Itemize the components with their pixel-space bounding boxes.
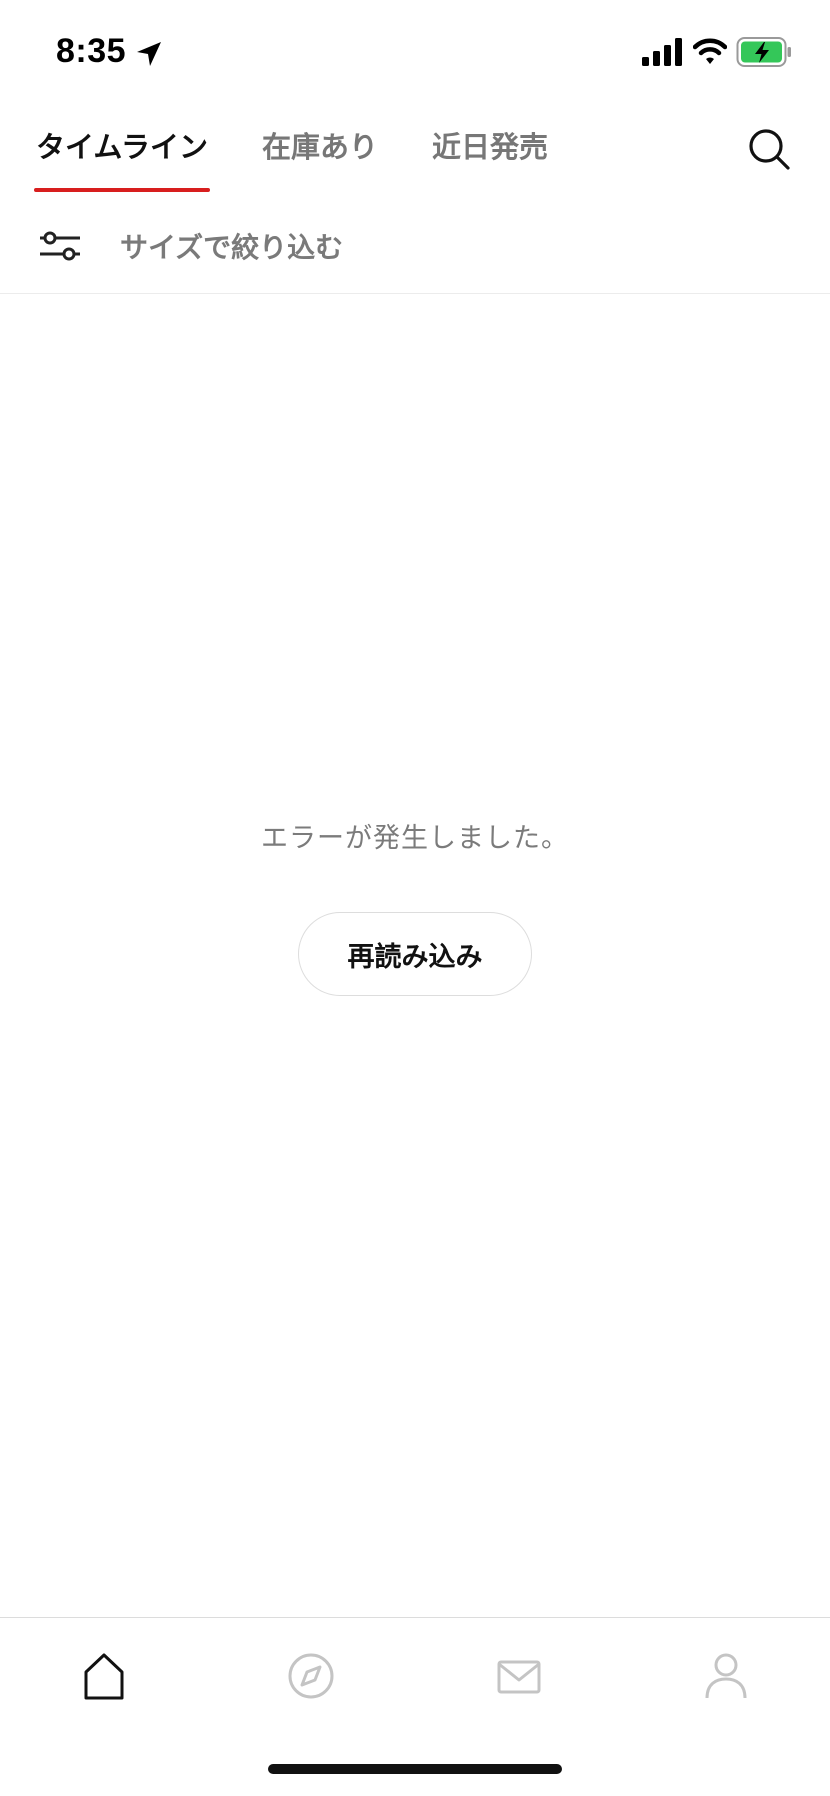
profile-icon[interactable] — [698, 1648, 754, 1704]
tab-bar: タイムライン 在庫あり 近日発売 — [0, 110, 830, 194]
compass-icon[interactable] — [283, 1648, 339, 1704]
home-indicator — [268, 1764, 562, 1774]
status-bar: 8:35 — [0, 0, 830, 100]
active-tab-indicator — [34, 188, 210, 192]
app-screen: 8:35 タイムライン 在庫あり 近日発売 サイズで絞り込む エラーが発生しまし… — [0, 0, 830, 1796]
tab-coming-soon[interactable]: 近日発売 — [432, 124, 548, 174]
cellular-signal-icon — [642, 38, 682, 66]
error-message: エラーが発生しました。 — [261, 823, 569, 854]
reload-button[interactable]: 再読み込み — [298, 912, 532, 996]
tab-in-stock[interactable]: 在庫あり — [262, 124, 378, 174]
mail-icon[interactable] — [491, 1648, 547, 1704]
sliders-icon — [40, 231, 80, 261]
wifi-icon — [693, 38, 727, 64]
search-icon[interactable] — [744, 124, 796, 176]
tab-timeline[interactable]: タイムライン — [36, 124, 208, 174]
home-icon[interactable] — [76, 1648, 132, 1704]
size-filter-row[interactable]: サイズで絞り込む — [0, 210, 830, 294]
status-time: 8:35 — [56, 32, 127, 70]
battery-charging-icon — [736, 37, 791, 67]
size-filter-label: サイズで絞り込む — [120, 231, 344, 264]
location-arrow-icon — [137, 42, 161, 66]
